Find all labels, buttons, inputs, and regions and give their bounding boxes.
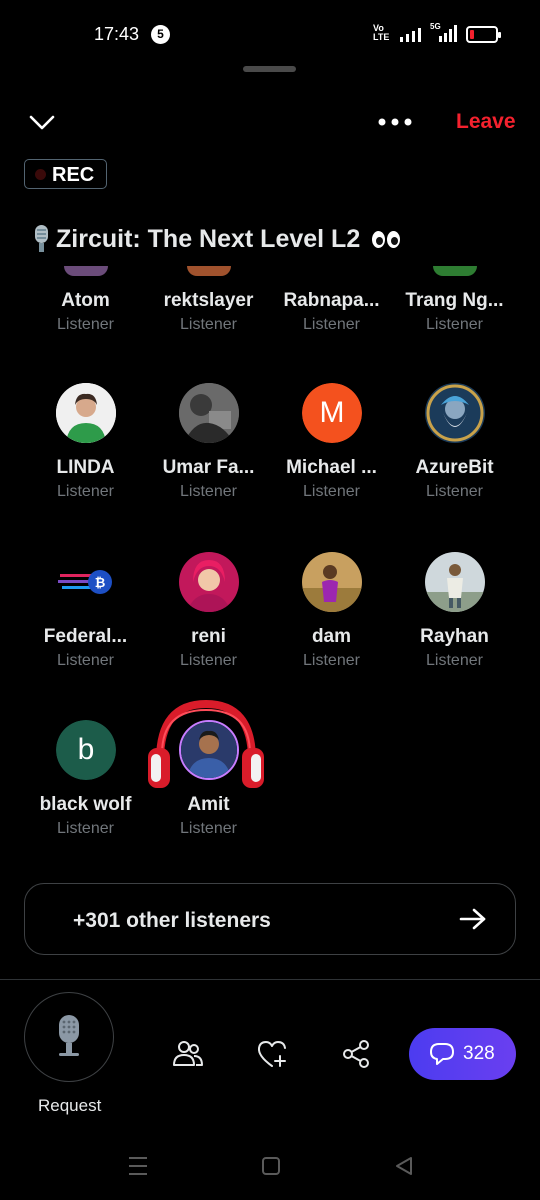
participant-name: Michael ...: [286, 457, 377, 478]
home-icon[interactable]: [261, 1155, 281, 1177]
volte-icon: Vo LTE: [373, 23, 390, 42]
request-label: Request: [38, 1096, 102, 1115]
participant-role: Listener: [57, 483, 114, 500]
avatar: [179, 552, 239, 612]
avatar: [425, 383, 485, 443]
participant-role: Listener: [303, 652, 360, 669]
participant-role: Listener: [180, 820, 237, 837]
avatar: [56, 383, 116, 443]
other-listeners-button[interactable]: +301 other listeners: [24, 883, 516, 955]
battery-icon: [466, 26, 501, 43]
participant-name: reni: [191, 626, 226, 647]
participant-name: Amit: [187, 794, 230, 815]
participant-name: Umar Fa...: [162, 457, 255, 478]
recent-apps-icon[interactable]: [128, 1155, 148, 1177]
eyes-emoji-icon: [372, 230, 401, 248]
avatar: [425, 552, 485, 612]
more-options-icon[interactable]: [378, 118, 412, 126]
participant-name: Trang Ng...: [405, 290, 504, 311]
people-icon[interactable]: [172, 1038, 204, 1070]
comment-count: 328: [463, 1043, 495, 1064]
participant-role: Listener: [57, 316, 114, 333]
microphone-emoji-icon: [35, 225, 48, 252]
participant-name: black wolf: [39, 794, 132, 815]
avatar: [433, 266, 477, 276]
share-icon[interactable]: [340, 1038, 372, 1070]
headphones-icon: [148, 699, 264, 788]
avatar: ₿: [56, 552, 116, 612]
avatar-letter: M: [302, 383, 362, 443]
arrow-right-icon: [459, 908, 486, 930]
participant-role: Listener: [180, 483, 237, 500]
avatar: [179, 383, 239, 443]
participant-name: Atom: [61, 290, 110, 311]
chevron-down-icon[interactable]: [28, 110, 56, 134]
participant-name: dam: [311, 626, 352, 647]
participant-role: Listener: [303, 483, 360, 500]
participant-name: Rayhan: [420, 626, 489, 647]
heart-plus-icon[interactable]: [256, 1038, 288, 1070]
request-mic-button[interactable]: [24, 992, 114, 1082]
space-title: Zircuit: The Next Level L2: [30, 222, 401, 256]
participant-role: Listener: [303, 316, 360, 333]
microphone-icon: [59, 1015, 79, 1056]
participant-role: Listener: [426, 316, 483, 333]
participant-role: Listener: [57, 820, 114, 837]
comments-button[interactable]: 328: [409, 1028, 516, 1080]
comment-icon: [430, 1043, 454, 1065]
notification-badge: 5: [151, 25, 170, 44]
status-time: 17:43: [94, 24, 140, 44]
avatar: [64, 266, 108, 276]
participant-name: Federal...: [43, 626, 128, 647]
signal-5g-icon: [439, 25, 457, 42]
participant-role: Listener: [426, 483, 483, 500]
participant-role: Listener: [426, 652, 483, 669]
participant-name: LINDA: [56, 457, 115, 478]
avatar: b: [56, 720, 116, 780]
status-bar: 17:43 5 Vo LTE 5G: [0, 0, 540, 68]
participant-role: Listener: [180, 316, 237, 333]
space-title-text: Zircuit: The Next Level L2: [56, 224, 361, 253]
sheet-drag-handle[interactable]: [243, 66, 296, 72]
participant-name: Rabnapa...: [283, 290, 380, 311]
svg-text:₿: ₿: [95, 576, 106, 591]
participant-name: rektslayer: [163, 290, 254, 311]
record-dot-icon: [35, 169, 46, 180]
avatar: [187, 266, 231, 276]
other-listeners-label: +301 other listeners: [73, 909, 271, 932]
back-icon[interactable]: [394, 1155, 414, 1177]
avatar: M: [302, 383, 362, 443]
signal-icon: [400, 28, 421, 42]
avatar-letter: b: [56, 720, 116, 780]
rec-label: REC: [52, 164, 95, 186]
participant-name: AzureBit: [415, 457, 494, 478]
leave-button[interactable]: Leave: [456, 110, 516, 134]
participant-role: Listener: [180, 652, 237, 669]
participant-role: Listener: [57, 652, 114, 669]
avatar: [302, 552, 362, 612]
rec-badge: REC: [24, 159, 107, 189]
divider: [0, 979, 540, 980]
